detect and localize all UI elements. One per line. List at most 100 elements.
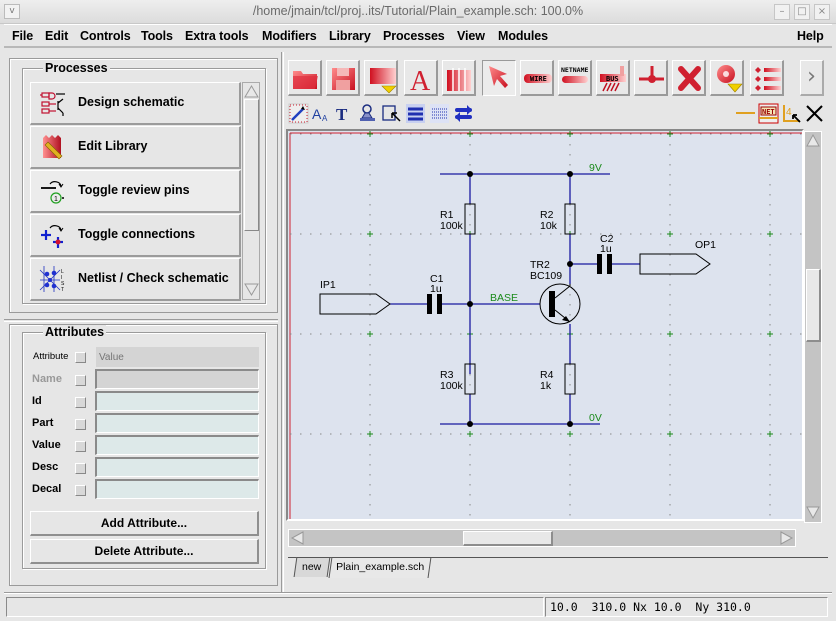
capacitor-c1-plate[interactable] [427,294,432,314]
scroll-left-arrow-icon[interactable] [290,531,304,545]
toolbar-more-button[interactable]: › [800,60,824,96]
port-op1[interactable] [639,253,711,275]
open-button[interactable] [288,60,322,96]
canvas-horizontal-scrollbar[interactable] [288,529,796,547]
menu-help[interactable]: Help [797,29,824,43]
grid-dot [569,454,571,456]
zoom-button[interactable] [710,60,744,96]
library-button[interactable] [442,60,476,96]
swap-arrows-button[interactable] [453,103,474,124]
transistor-tr2[interactable] [539,283,581,325]
attribute-name-field[interactable] [95,369,259,389]
text-button[interactable]: A [404,60,438,96]
schematic-canvas[interactable]: R1 100k R2 10k R3 100k R4 1k C1 1u C2 1u… [288,131,802,519]
menu-view[interactable]: View [457,29,485,43]
attribute-decal-field[interactable] [95,479,259,499]
vertical-scroll-thumb[interactable] [806,269,821,342]
attribute-part-field[interactable] [95,413,259,433]
delete-button[interactable] [672,60,706,96]
netname-button[interactable]: NETNAME [558,60,592,96]
attribute-value-header-input[interactable] [96,347,259,367]
attribute-part-label: Part [32,417,54,429]
junction-icon [639,66,664,83]
scroll-up-arrow-icon[interactable] [806,133,820,147]
process-toggle-review-pins[interactable]: 1 Toggle review pins [30,170,241,213]
resistor-r1[interactable] [464,203,476,235]
tab-new[interactable]: new [293,557,331,577]
menu-modifiers[interactable]: Modifiers [262,29,317,43]
menu-controls[interactable]: Controls [80,29,131,43]
capacitor-c1-plate[interactable] [437,294,442,314]
menu-file[interactable]: File [12,29,33,43]
process-edit-library[interactable]: Edit Library [30,126,241,169]
horizontal-scroll-thumb[interactable] [463,531,553,546]
grid-dot [430,133,432,135]
stamp-button[interactable] [357,103,378,124]
attribute-desc-checkbox[interactable] [75,463,86,474]
port-ip1[interactable] [319,293,391,315]
menu-library[interactable]: Library [329,29,371,43]
attribute-name-checkbox[interactable] [75,375,86,386]
maximize-button[interactable]: □ [794,4,810,20]
place-component-button[interactable] [364,60,398,96]
menu-modules[interactable]: Modules [498,29,548,43]
cancel-button[interactable] [804,103,825,124]
processes-scroll-thumb[interactable] [244,99,259,231]
tab-plain-example[interactable]: Plain_example.sch [328,557,432,578]
grid-dot [569,484,571,486]
capacitor-c2-plate[interactable] [607,254,612,274]
process-toggle-connections[interactable]: Toggle connections [30,214,241,257]
menu-tools[interactable]: Tools [141,29,173,43]
processes-scrollbar[interactable] [242,82,260,300]
grid-dot [780,133,782,135]
attribute-header-checkbox[interactable] [75,352,86,363]
attribute-part-checkbox[interactable] [75,419,86,430]
close-button[interactable]: × [814,4,830,20]
bus-button[interactable]: BUS [596,60,630,96]
resistor-r2[interactable] [564,203,576,235]
panel-divider[interactable] [4,319,278,322]
vertical-splitter[interactable] [281,52,284,592]
scroll-up-arrow-icon[interactable] [244,84,259,98]
wire-button[interactable]: WIRE [520,60,554,96]
process-design-schematic[interactable]: Design schematic [30,82,241,125]
menu-edit[interactable]: Edit [45,29,68,43]
line-color-button[interactable] [735,103,756,124]
font-size-button[interactable]: AA [310,103,331,124]
attribute-value-checkbox[interactable] [75,441,86,452]
attribute-id-field[interactable] [95,391,259,411]
dotted-line-button[interactable] [429,103,450,124]
scroll-down-arrow-icon[interactable] [244,283,259,297]
junction-button[interactable] [634,60,668,96]
grid-dot [369,424,371,426]
magic-wand-button[interactable] [288,103,309,124]
resistor-r4[interactable] [564,363,576,395]
menu-extra-tools[interactable]: Extra tools [185,29,249,43]
grid-dot [680,233,682,235]
scroll-down-arrow-icon[interactable] [806,506,820,520]
canvas-vertical-scrollbar[interactable] [804,131,822,523]
attribute-id-checkbox[interactable] [75,397,86,408]
text-tool-button[interactable]: T [333,103,354,124]
thick-line-button[interactable] [405,103,426,124]
attribute-desc-field[interactable] [95,457,259,477]
grid-dot [669,394,671,396]
list-button[interactable] [750,60,784,96]
pin-number-button[interactable]: 4 [781,103,802,124]
scroll-right-arrow-icon[interactable] [780,531,794,545]
grid-dot [769,414,771,416]
add-attribute-button[interactable]: Add Attribute... [30,511,259,536]
menu-processes[interactable]: Processes [383,29,445,43]
capacitor-c2-plate[interactable] [597,254,602,274]
select-area-button[interactable] [381,103,402,124]
net-highlight-button[interactable]: NET [758,103,779,124]
process-netlist-check[interactable]: LIST Netlist / Check schematic [30,258,241,301]
delete-attribute-button[interactable]: Delete Attribute... [30,539,259,564]
select-pointer-button[interactable] [482,60,516,96]
attribute-decal-checkbox[interactable] [75,485,86,496]
grid-dot [369,354,371,356]
minimize-button[interactable]: – [774,4,790,20]
grid-dot [369,374,371,376]
save-button[interactable] [326,60,360,96]
attribute-value-field[interactable] [95,435,259,455]
